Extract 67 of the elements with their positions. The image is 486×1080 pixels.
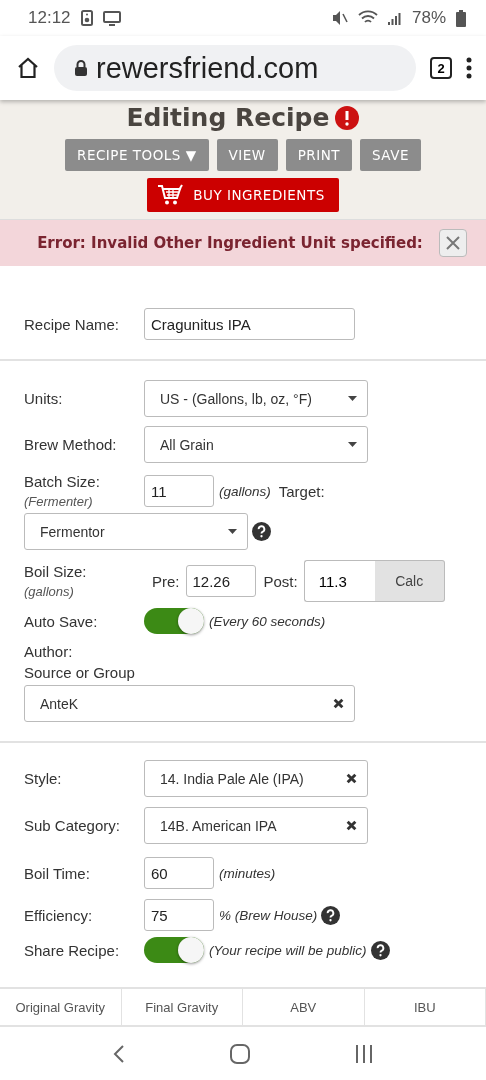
buy-ingredients-button[interactable]: BUY INGREDIENTS — [147, 178, 339, 212]
field-label: Post: — [263, 572, 298, 590]
help-icon[interactable] — [321, 905, 341, 925]
toggle-switch[interactable] — [144, 937, 204, 963]
field-label: Brew Method: — [24, 436, 118, 453]
recipe-name-field[interactable]: Cragunitus IPA — [144, 308, 355, 340]
close-icon — [445, 236, 460, 250]
address-bar[interactable]: rewersfriend.com — [54, 45, 416, 91]
clear-icon[interactable] — [333, 698, 344, 709]
toggle-note: (Your recipe will be public) — [209, 942, 367, 958]
unit-note: (gallons) — [219, 483, 271, 499]
field-label: Units: — [24, 390, 64, 407]
field-label: Boil Size: — [24, 563, 88, 580]
field-label: Recipe Name: — [24, 315, 121, 333]
clear-icon[interactable] — [346, 773, 357, 784]
caret-icon — [348, 442, 357, 447]
mute-icon — [331, 10, 348, 26]
lock-icon — [74, 60, 88, 76]
help-icon[interactable] — [252, 522, 271, 541]
unit-note: % (Brew House) — [219, 907, 318, 923]
field-label: Author: — [24, 642, 73, 660]
field-sublabel: (Fermenter) — [24, 494, 94, 509]
battery-percent: 78% — [411, 8, 446, 28]
style-field[interactable]: 14. India Pale Ale (IPA) — [144, 760, 368, 797]
monitor-icon — [102, 10, 121, 26]
alert-icon — [335, 106, 360, 130]
field-label: Auto Save: — [24, 612, 99, 630]
field-label: Share Recipe: — [24, 941, 121, 959]
toggle-note: (Every 60 seconds) — [209, 613, 326, 629]
recent-apps-icon[interactable] — [355, 1043, 374, 1064]
field-label: Source or Group — [24, 663, 135, 681]
speaker-icon — [80, 10, 93, 26]
clock: 12:12 — [28, 8, 71, 28]
home-icon[interactable] — [16, 56, 40, 80]
field-label: Efficiency: — [24, 906, 94, 924]
url-text: rewersfriend.com — [96, 51, 319, 85]
caret-icon — [348, 396, 357, 401]
field-label: Batch Size: — [24, 473, 101, 490]
brew-method-dropdown[interactable]: All Grain — [144, 426, 368, 463]
signal-icon — [387, 11, 402, 25]
source-field[interactable]: AnteK — [24, 685, 355, 722]
field-sublabel: (gallons) — [24, 584, 75, 599]
cart-icon — [157, 184, 184, 206]
page-title: Editing Recipe — [126, 103, 330, 133]
boil-time-field[interactable]: 60 — [144, 857, 214, 889]
field-label: Boil Time: — [24, 864, 91, 882]
error-message: Error: Invalid Other Ingredient Unit specified: — [37, 234, 423, 252]
close-button[interactable] — [438, 229, 467, 257]
field-label: Sub Category: — [24, 817, 121, 834]
battery-icon — [456, 9, 466, 27]
field-label: Style: — [24, 770, 63, 787]
pre-boil-field[interactable]: 12.26 — [185, 565, 256, 597]
toggle-switch[interactable] — [144, 608, 204, 634]
tab-count[interactable]: 2 — [430, 57, 452, 79]
batch-size-field[interactable]: 11 — [144, 475, 214, 507]
target-dropdown[interactable]: Fermentor — [24, 513, 248, 550]
efficiency-field[interactable]: 75 — [144, 899, 214, 931]
units-dropdown[interactable]: US - (Gallons, lb, oz, °F) — [144, 380, 368, 417]
menu-icon[interactable] — [466, 57, 472, 79]
field-label: Pre: — [152, 572, 180, 590]
sub-category-field[interactable]: 14B. American IPA — [144, 807, 368, 844]
unit-note: (minutes) — [219, 865, 276, 881]
caret-icon — [228, 529, 237, 534]
back-icon[interactable] — [112, 1043, 125, 1064]
field-label: Target: — [278, 482, 325, 500]
help-icon[interactable] — [370, 940, 390, 960]
clear-icon[interactable] — [346, 820, 357, 831]
